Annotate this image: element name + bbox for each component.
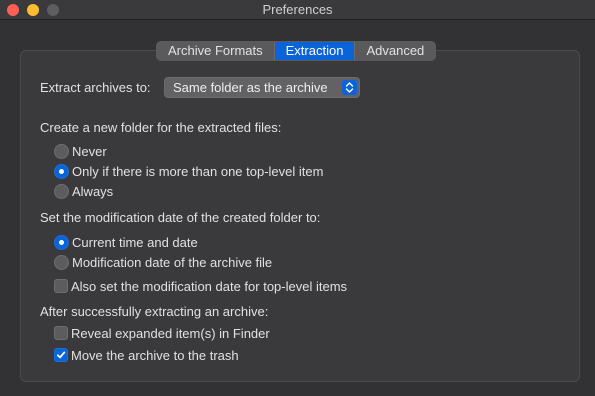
new-folder-option-multiple[interactable]: Only if there is more than one top-level… — [54, 163, 323, 179]
new-folder-heading: Create a new folder for the extracted fi… — [40, 120, 282, 135]
also-set-checkbox-row[interactable]: Also set the modification date for top-l… — [54, 278, 347, 294]
option-label: Never — [72, 143, 107, 159]
new-folder-option-never[interactable]: Never — [54, 143, 107, 159]
tab-advanced[interactable]: Advanced — [354, 42, 436, 60]
radio-button-selected[interactable] — [54, 234, 69, 250]
preferences-window: Preferences Archive Formats Extraction A… — [0, 0, 595, 396]
after-extract-heading: After successfully extracting an archive… — [40, 304, 269, 319]
checkbox-label: Also set the modification date for top-l… — [71, 278, 348, 294]
checkbox-checked[interactable] — [54, 348, 68, 362]
mod-date-option-archive[interactable]: Modification date of the archive file — [54, 254, 272, 270]
checkbox-label: Move the archive to the trash — [71, 347, 239, 363]
radio-button[interactable] — [54, 143, 69, 159]
option-label: Always — [72, 183, 114, 199]
move-to-trash-row[interactable]: Move the archive to the trash — [54, 347, 239, 363]
option-label: Modification date of the archive file — [72, 254, 273, 270]
window-title: Preferences — [262, 2, 333, 17]
option-label: Current time and date — [72, 234, 198, 250]
mod-date-heading: Set the modification date of the created… — [40, 210, 321, 225]
new-folder-option-always[interactable]: Always — [54, 183, 113, 199]
chevron-up-down-icon — [342, 80, 357, 95]
radio-button-selected[interactable] — [54, 163, 69, 179]
option-label: Only if there is more than one top-level… — [72, 163, 324, 179]
extract-to-label: Extract archives to: — [40, 80, 151, 95]
extract-to-popup[interactable]: Same folder as the archive — [164, 77, 360, 98]
title-bar[interactable]: Preferences — [0, 0, 595, 20]
checkbox-label: Reveal expanded item(s) in Finder — [71, 325, 270, 341]
mod-date-option-current[interactable]: Current time and date — [54, 234, 198, 250]
checkbox[interactable] — [54, 326, 68, 340]
tab-bar: Archive Formats Extraction Advanced — [156, 41, 437, 61]
checkmark-icon — [56, 351, 66, 359]
radio-button[interactable] — [54, 183, 69, 199]
checkbox[interactable] — [54, 279, 68, 293]
tab-archive-formats[interactable]: Archive Formats — [157, 42, 274, 60]
extract-to-value: Same folder as the archive — [173, 80, 328, 95]
reveal-in-finder-row[interactable]: Reveal expanded item(s) in Finder — [54, 325, 270, 341]
radio-button[interactable] — [54, 254, 69, 270]
tab-extraction[interactable]: Extraction — [273, 42, 355, 60]
